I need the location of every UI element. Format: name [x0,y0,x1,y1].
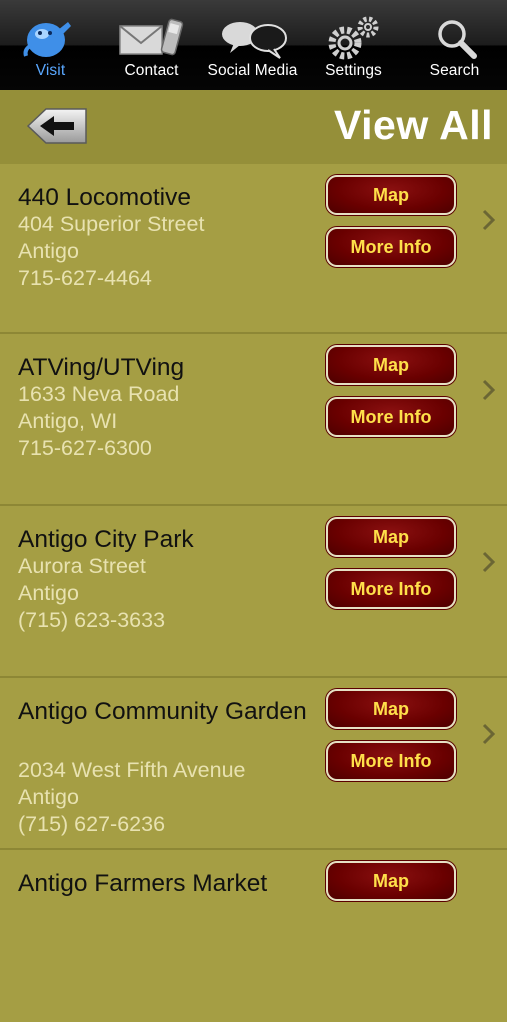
map-button[interactable]: Map [326,689,456,729]
envelope-phone-icon [101,16,202,60]
listing-address: 2034 West Fifth Avenue [18,758,246,782]
map-button[interactable]: Map [326,861,456,901]
more-info-button[interactable]: More Info [326,397,456,437]
listing-city: Antigo [18,239,79,263]
tab-label: Search [429,62,480,79]
map-button[interactable]: Map [326,175,456,215]
listing-phone[interactable]: (715) 627-6236 [18,811,165,838]
listing-address: 1633 Neva Road [18,382,180,406]
tab-label: Visit [35,62,66,79]
chevron-right-icon [482,379,496,401]
listing-list: 440 Locomotive 404 Superior Street Antig… [0,164,507,1022]
back-arrow-icon [26,108,87,144]
listing-name: Antigo City Park [18,526,194,553]
tab-label: Contact [124,62,179,79]
chevron-right-icon [482,209,496,231]
list-item[interactable]: Antigo Farmers Market Map [0,850,507,1022]
listing-city: Antigo [18,785,79,809]
page-title: View All [334,102,493,148]
gears-icon [303,16,404,60]
list-item[interactable]: ATVing/UTVing 1633 Neva Road Antigo, WI … [0,334,507,506]
listing-name: Antigo Farmers Market [18,870,268,897]
tab-label: Social Media [207,62,298,79]
map-button[interactable]: Map [326,345,456,385]
speech-bubbles-icon [202,16,303,60]
chevron-right-icon [482,551,496,573]
tab-visit[interactable]: Visit [0,0,101,90]
more-info-button[interactable]: More Info [326,741,456,781]
magnifier-icon [404,16,505,60]
page-header: View All [0,90,507,164]
tab-bar: Visit Contact Social Media Settings Sear… [0,0,507,90]
tab-settings[interactable]: Settings [303,0,404,90]
listing-phone[interactable]: (715) 623-3633 [18,607,165,634]
listing-phone[interactable]: 715-627-4464 [18,265,152,292]
chevron-right-icon [482,723,496,745]
tab-social-media[interactable]: Social Media [202,0,303,90]
tab-contact[interactable]: Contact [101,0,202,90]
list-item[interactable]: Antigo Community Garden 2034 West Fifth … [0,678,507,850]
back-button[interactable] [26,107,88,145]
listing-address: Aurora Street [18,554,146,578]
map-button[interactable]: Map [326,517,456,557]
tab-label: Settings [325,62,382,79]
listing-name: ATVing/UTVing [18,354,185,381]
visit-mascot-icon [0,16,101,60]
list-item[interactable]: Antigo City Park Aurora Street Antigo (7… [0,506,507,678]
listing-address: 404 Superior Street [18,212,205,236]
more-info-button[interactable]: More Info [326,227,456,267]
listing-name: 440 Locomotive [18,184,191,211]
listing-name: Antigo Community Garden [18,698,307,725]
listing-city: Antigo [18,581,79,605]
list-item[interactable]: 440 Locomotive 404 Superior Street Antig… [0,164,507,334]
listing-city: Antigo, WI [18,409,118,433]
more-info-button[interactable]: More Info [326,569,456,609]
listing-phone[interactable]: 715-627-6300 [18,435,152,462]
tab-search[interactable]: Search [404,0,505,90]
